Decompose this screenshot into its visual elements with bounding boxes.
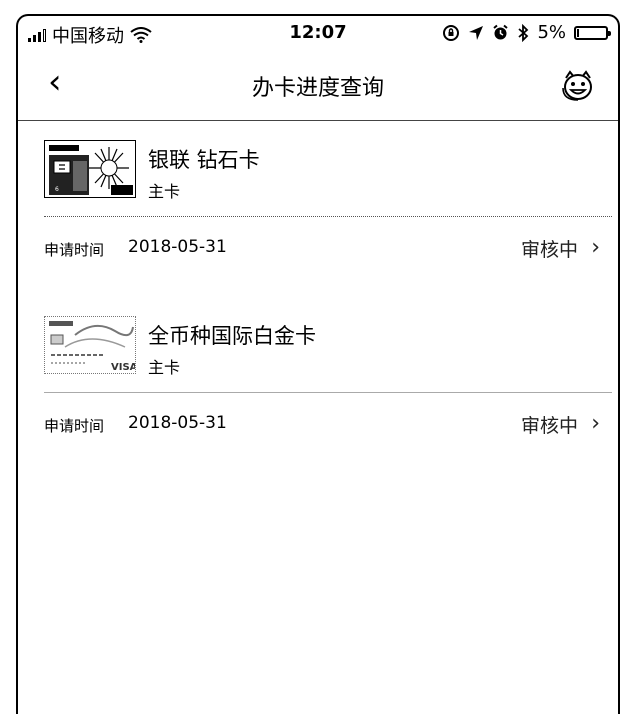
apply-date: 2018-05-31 bbox=[128, 413, 227, 433]
orientation-lock-icon bbox=[443, 24, 460, 41]
battery-icon bbox=[574, 25, 611, 40]
apply-time-label: 申请时间 bbox=[44, 417, 105, 435]
chevron-right-icon: › bbox=[591, 235, 600, 260]
chevron-right-icon: › bbox=[591, 411, 600, 436]
application-status-row[interactable]: 申请时间 2018-05-31 审核中 › bbox=[44, 217, 612, 281]
card-name: 全币种国际白金卡 bbox=[148, 324, 316, 348]
visa-brand-label: VISA bbox=[111, 362, 136, 373]
card-type: 主卡 bbox=[148, 182, 181, 201]
application-status-row[interactable]: 申请时间 2018-05-31 审核中 › bbox=[44, 393, 612, 457]
customer-service-icon[interactable] bbox=[558, 66, 598, 106]
alarm-icon bbox=[493, 24, 509, 40]
svg-text:6: 6 bbox=[55, 186, 59, 193]
bluetooth-icon bbox=[518, 23, 529, 42]
nav-bar: ‹ 办卡进度查询 bbox=[18, 50, 618, 121]
card-name: 银联 钻石卡 bbox=[148, 148, 260, 172]
status-text: 审核中 bbox=[520, 415, 578, 437]
status-text: 审核中 bbox=[520, 239, 578, 261]
phone-frame: 中国移动 12:07 5% ‹ 办卡进度查询 6 银联 钻石卡 主卡 申请时间 … bbox=[16, 14, 620, 714]
location-icon bbox=[469, 25, 484, 40]
apply-date: 2018-05-31 bbox=[128, 237, 227, 257]
status-bar: 中国移动 12:07 5% bbox=[18, 16, 618, 50]
diamond-card-image: 6 bbox=[44, 140, 136, 198]
apply-time-label: 申请时间 bbox=[44, 241, 105, 259]
platinum-card-image: VISA bbox=[44, 316, 136, 374]
battery-percent: 5% bbox=[537, 22, 566, 43]
page-title: 办卡进度查询 bbox=[251, 76, 384, 101]
card-info-row: VISA 全币种国际白金卡 主卡 bbox=[44, 298, 612, 393]
card-type: 主卡 bbox=[148, 358, 181, 377]
card-info-row: 6 银联 钻石卡 主卡 bbox=[44, 122, 612, 217]
battery-fill bbox=[577, 28, 579, 37]
